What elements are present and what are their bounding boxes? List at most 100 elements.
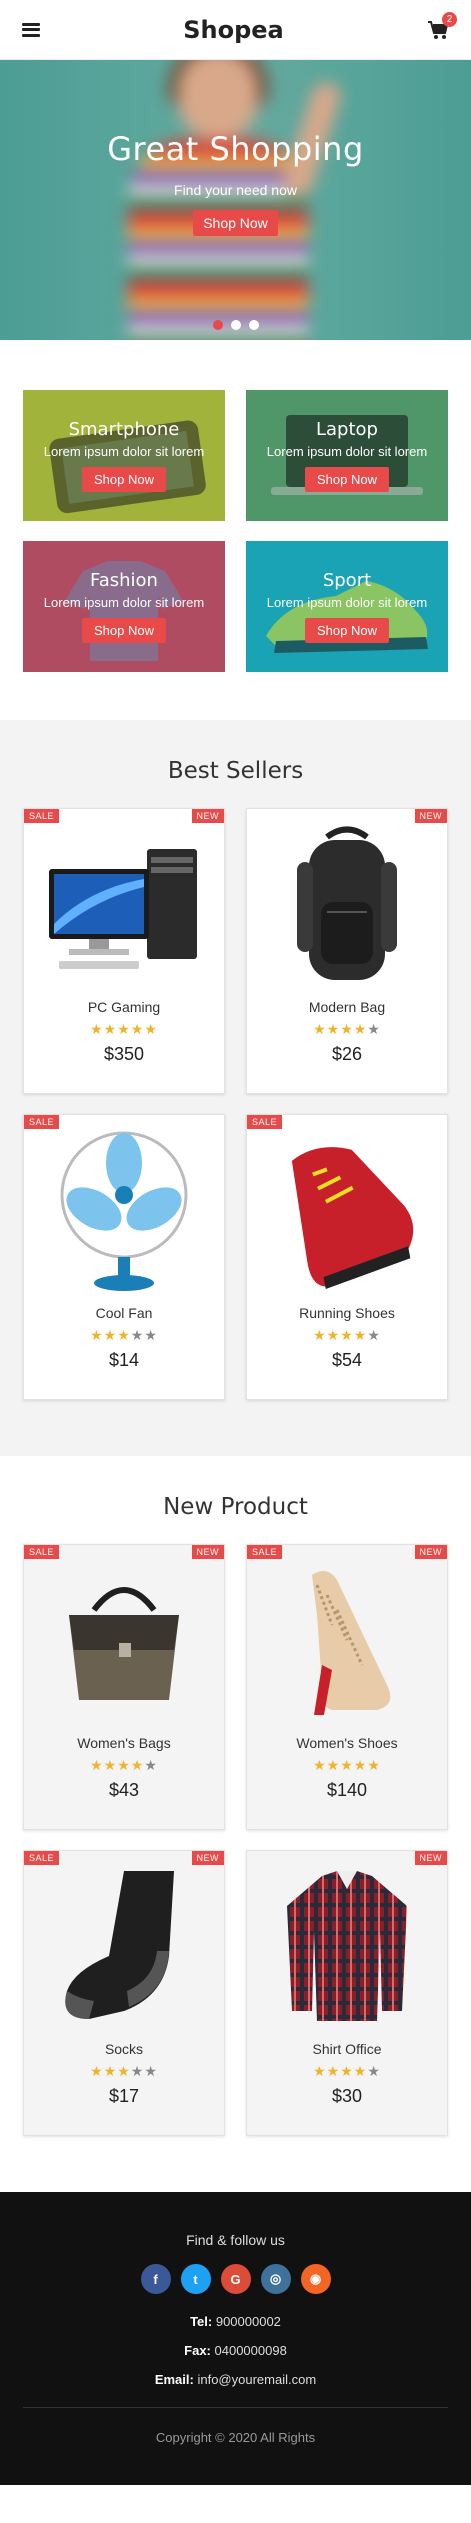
sale-badge: SALE <box>247 1545 283 1559</box>
instagram-icon[interactable]: ◎ <box>260 2264 291 2294</box>
product-price: $350 <box>103 1044 145 1064</box>
desk-fan-icon <box>60 1131 188 1291</box>
desktop-pc-icon <box>49 849 197 969</box>
social-links: f t G ◎ ◉ <box>23 2264 448 2294</box>
category-shop-now-button[interactable]: Shop Now <box>305 618 389 643</box>
star-rating: ★★★★★ <box>90 1757 158 1773</box>
google-plus-icon[interactable]: G <box>220 2264 251 2294</box>
star-rating: ★★★★★ <box>90 1327 158 1343</box>
hero-title: Great Shopping <box>107 130 364 168</box>
sale-badge: SALE <box>247 1115 283 1129</box>
carousel-dot-3[interactable] <box>248 320 259 330</box>
copyright-text: Copyright © 2020 All Rights <box>155 2430 316 2445</box>
hero-subtitle: Find your need now <box>174 182 297 198</box>
follow-heading: Find & follow us <box>186 2232 285 2248</box>
product-name: Women's Bags <box>77 1735 171 1751</box>
category-title: Fashion <box>90 570 158 591</box>
category-desc: Lorem ipsum dolor sit lorem <box>266 444 428 459</box>
email-label: Email: <box>154 2372 194 2387</box>
sale-badge: SALE <box>24 1851 60 1865</box>
product-name: Cool Fan <box>95 1305 153 1321</box>
top-header: Shopea 2 <box>0 0 471 60</box>
product-card[interactable]: SALE Cool Fan ★★★★★ $14 <box>23 1114 225 1400</box>
twitter-icon[interactable]: t <box>180 2264 211 2294</box>
star-rating: ★★★★★ <box>313 1021 381 1037</box>
product-card[interactable]: SALE NEW Women's Shoes ★★★★★ $140 <box>246 1544 448 1830</box>
category-desc: Lorem ipsum dolor sit lorem <box>43 444 205 459</box>
star-rating: ★★★★★ <box>313 1327 381 1343</box>
section-title: New Product <box>163 1494 308 1520</box>
new-badge: NEW <box>191 809 224 823</box>
sale-badge: SALE <box>24 809 60 823</box>
email-value[interactable]: info@youremail.com <box>197 2372 316 2387</box>
star-rating: ★★★★★ <box>313 2063 381 2079</box>
carousel-dots <box>0 320 471 330</box>
tel-value[interactable]: 900000002 <box>216 2314 281 2329</box>
star-rating: ★★★★★ <box>313 1757 381 1773</box>
cart-count-badge: 2 <box>441 11 457 27</box>
section-title: Best Sellers <box>167 758 304 784</box>
product-card[interactable]: NEW Shirt Office ★★★★★ $30 <box>246 1850 448 2136</box>
carousel-dot-2[interactable] <box>230 320 241 330</box>
footer: Find & follow us f t G ◎ ◉ Tel: 90000000… <box>0 2192 471 2485</box>
star-rating: ★★★★★ <box>90 1021 158 1037</box>
plaid-shirt-icon <box>287 1871 407 2021</box>
new-badge: NEW <box>191 1851 224 1865</box>
star-rating: ★★★★★ <box>90 2063 158 2079</box>
category-title: Smartphone <box>68 419 180 440</box>
product-price: $30 <box>331 2086 363 2106</box>
product-card[interactable]: SALE NEW PC Gaming ★★★★★ $350 <box>23 808 225 1094</box>
product-name: Modern Bag <box>308 999 386 1015</box>
product-name: PC Gaming <box>87 999 161 1015</box>
product-name: Running Shoes <box>299 1305 395 1321</box>
facebook-icon[interactable]: f <box>140 2264 171 2294</box>
new-badge: NEW <box>414 809 447 823</box>
sale-badge: SALE <box>24 1115 60 1129</box>
new-badge: NEW <box>414 1851 447 1865</box>
product-name: Socks <box>104 2041 144 2057</box>
footer-divider <box>23 2407 448 2408</box>
category-shop-now-button[interactable]: Shop Now <box>82 467 166 492</box>
product-name: Shirt Office <box>312 2041 382 2057</box>
category-card-smartphone[interactable]: Smartphone Lorem ipsum dolor sit lorem S… <box>23 390 225 521</box>
product-card[interactable]: SALE NEW Socks ★★★★★ $17 <box>23 1850 225 2136</box>
fax-value: 0400000098 <box>214 2343 287 2358</box>
contact-fax: Fax: 0400000098 <box>23 2343 448 2358</box>
category-desc: Lorem ipsum dolor sit lorem <box>43 595 205 610</box>
product-price: $26 <box>331 1044 363 1064</box>
category-title: Sport <box>322 570 372 591</box>
category-card-fashion[interactable]: Fashion Lorem ipsum dolor sit lorem Shop… <box>23 541 225 672</box>
product-card[interactable]: NEW Modern Bag ★★★★★ $26 <box>246 808 448 1094</box>
contact-tel: Tel: 900000002 <box>23 2314 448 2329</box>
sock-icon <box>65 1871 174 2019</box>
product-name: Women's Shoes <box>296 1735 398 1751</box>
product-price: $17 <box>108 2086 140 2106</box>
product-card[interactable]: SALE NEW Women's Bags ★★★★★ $43 <box>23 1544 225 1830</box>
rss-icon[interactable]: ◉ <box>300 2264 331 2294</box>
sale-badge: SALE <box>24 1545 60 1559</box>
hamburger-menu-icon[interactable] <box>22 22 40 37</box>
hero-shop-now-button[interactable]: Shop Now <box>193 210 278 236</box>
cart-icon[interactable]: 2 <box>427 11 457 40</box>
category-title: Laptop <box>316 419 378 440</box>
new-badge: NEW <box>414 1545 447 1559</box>
carousel-dot-1[interactable] <box>212 320 223 330</box>
handbag-icon <box>69 1587 179 1700</box>
fax-label: Fax: <box>184 2343 211 2358</box>
contact-email: Email: info@youremail.com <box>23 2372 448 2387</box>
category-card-sport[interactable]: Sport Lorem ipsum dolor sit lorem Shop N… <box>246 541 448 672</box>
product-card[interactable]: SALE Running Shoes ★★★★★ $54 <box>246 1114 448 1400</box>
category-desc: Lorem ipsum dolor sit lorem <box>266 595 428 610</box>
product-price: $140 <box>326 1780 368 1800</box>
product-price: $43 <box>108 1780 140 1800</box>
category-shop-now-button[interactable]: Shop Now <box>305 467 389 492</box>
high-heel-icon <box>312 1571 391 1715</box>
new-product-section: New Product SALE NEW Women's Bags ★★★★★ … <box>0 1456 471 2192</box>
category-grid: Smartphone Lorem ipsum dolor sit lorem S… <box>0 340 471 720</box>
category-card-laptop[interactable]: Laptop Lorem ipsum dolor sit lorem Shop … <box>246 390 448 521</box>
hero-banner: Great Shopping Find your need now Shop N… <box>0 60 471 340</box>
brand-logo[interactable]: Shopea <box>183 16 284 44</box>
product-price: $14 <box>108 1350 140 1370</box>
running-shoe-icon <box>291 1147 414 1290</box>
category-shop-now-button[interactable]: Shop Now <box>82 618 166 643</box>
